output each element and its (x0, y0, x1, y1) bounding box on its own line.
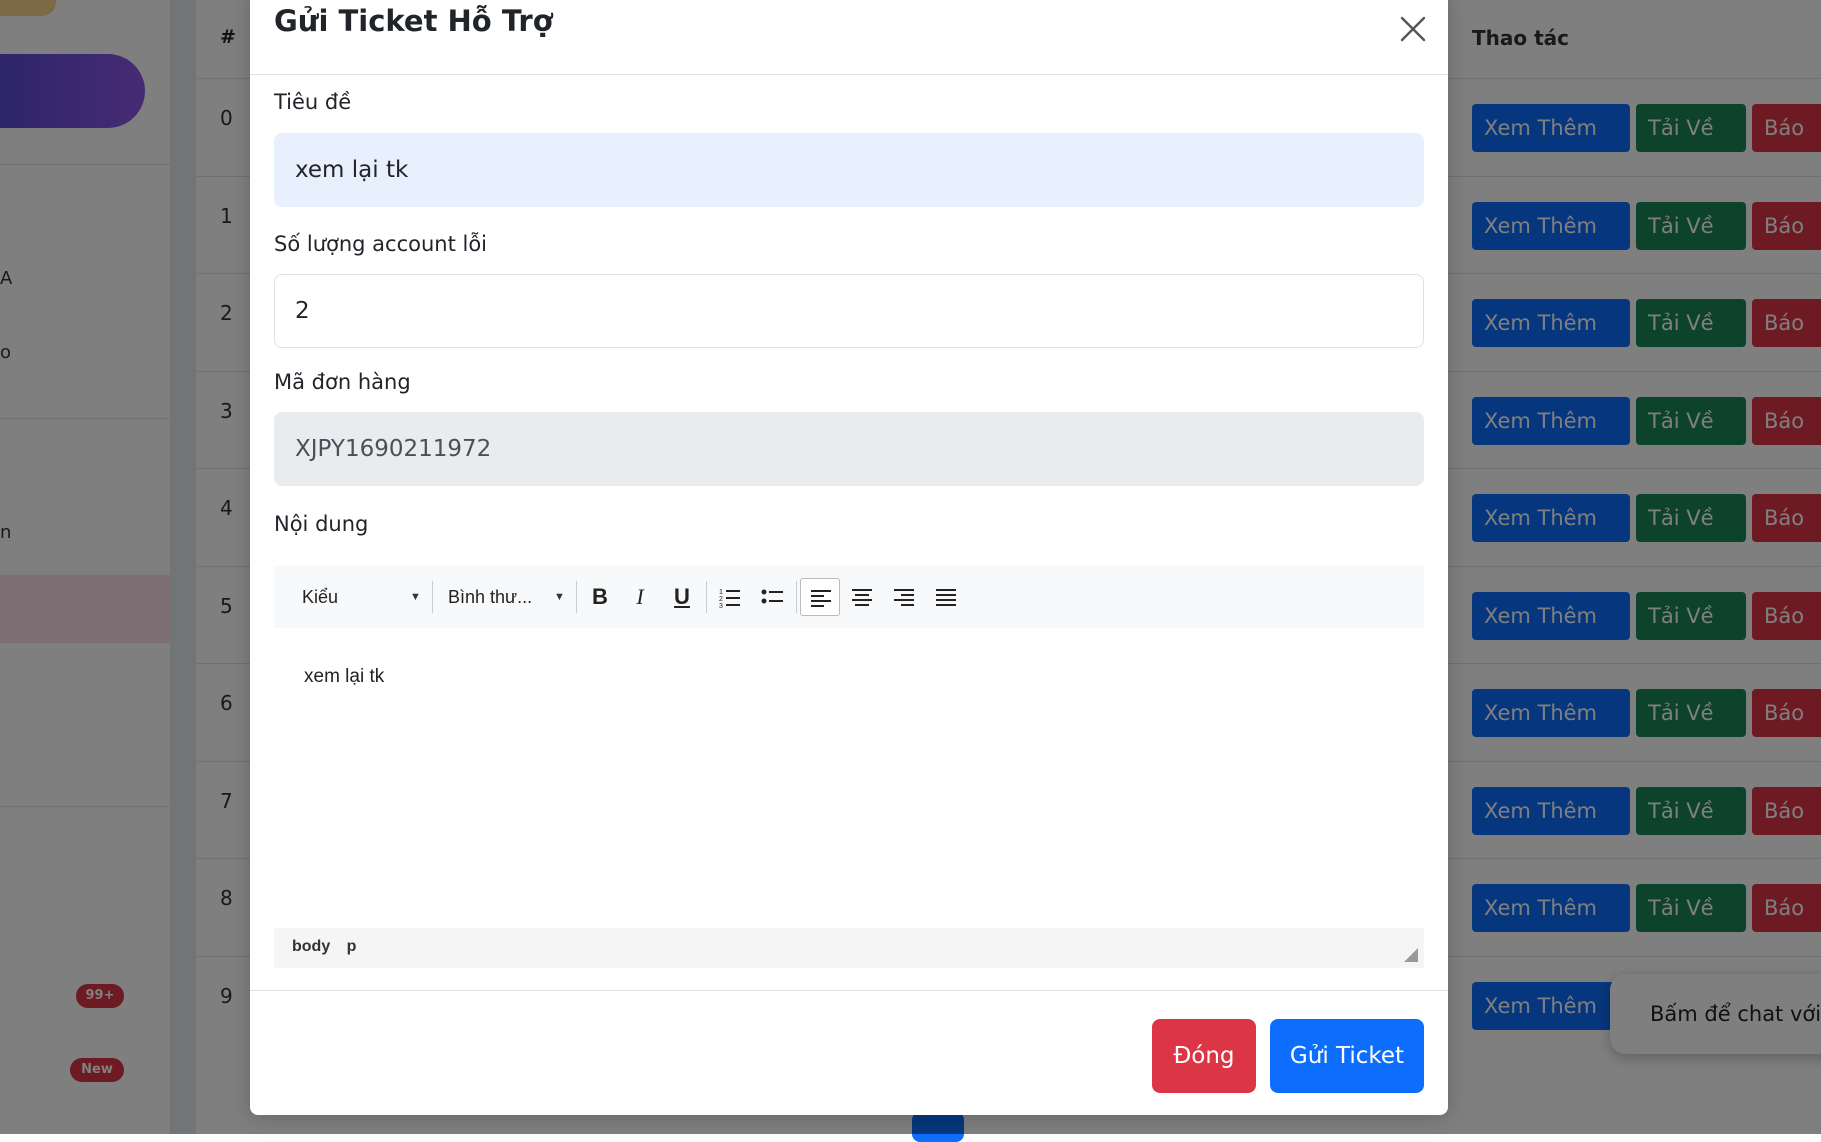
editor-toolbar: Kiểu ▼ Bình thư... ▼ B I U 1 2 3 (274, 566, 1424, 628)
caret-down-icon: ▼ (410, 591, 421, 603)
align-justify-icon[interactable] (926, 578, 966, 616)
align-left-icon[interactable] (800, 578, 840, 616)
editor-content[interactable]: xem lại tk (304, 666, 384, 688)
svg-text:1: 1 (719, 589, 723, 596)
modal-title: Gửi Ticket Hỗ Trợ (274, 4, 553, 38)
toolbar-separator (576, 581, 577, 613)
error-count-label: Số lượng account lỗi (274, 232, 488, 256)
format-select-value: Bình thư... (448, 587, 533, 607)
modal-header: Gửi Ticket Hỗ Trợ (250, 0, 1448, 75)
order-id-input[interactable] (274, 412, 1424, 486)
error-count-input[interactable] (274, 274, 1424, 348)
editor-statusbar: body p (274, 928, 1424, 968)
style-select-value: Kiểu (302, 587, 339, 607)
toolbar-separator (796, 581, 797, 613)
title-input[interactable] (274, 133, 1424, 207)
bold-icon[interactable]: B (580, 578, 620, 616)
submit-ticket-button[interactable]: Gửi Ticket (1270, 1019, 1424, 1093)
rich-text-editor: Kiểu ▼ Bình thư... ▼ B I U 1 2 3 xem lại… (274, 566, 1424, 968)
content-label: Nội dung (274, 512, 369, 536)
italic-icon[interactable]: I (620, 578, 660, 616)
toolbar-separator (706, 581, 707, 613)
align-right-icon[interactable] (884, 578, 924, 616)
toolbar-separator (432, 581, 433, 613)
caret-down-icon: ▼ (554, 591, 565, 603)
ordered-list-icon[interactable]: 1 2 3 (710, 578, 750, 616)
resize-handle-icon[interactable] (1404, 948, 1418, 962)
align-center-icon[interactable] (842, 578, 882, 616)
format-select[interactable]: Bình thư... ▼ (448, 578, 565, 616)
element-path[interactable]: body p (292, 938, 356, 956)
style-select[interactable]: Kiểu ▼ (302, 578, 421, 616)
underline-icon[interactable]: U (662, 578, 702, 616)
support-ticket-modal: Gửi Ticket Hỗ Trợ Tiêu đề Số lượng accou… (250, 0, 1448, 1115)
order-id-label: Mã đơn hàng (274, 370, 411, 394)
svg-text:3: 3 (719, 603, 723, 608)
title-label: Tiêu đề (274, 90, 352, 114)
editor-content-area[interactable]: xem lại tk (274, 628, 1424, 928)
svg-text:2: 2 (719, 596, 723, 603)
bullet-list-icon[interactable] (752, 578, 792, 616)
close-button[interactable]: Đóng (1152, 1019, 1256, 1093)
modal-footer: Đóng Gửi Ticket (250, 990, 1448, 1116)
close-icon[interactable] (1398, 14, 1428, 44)
